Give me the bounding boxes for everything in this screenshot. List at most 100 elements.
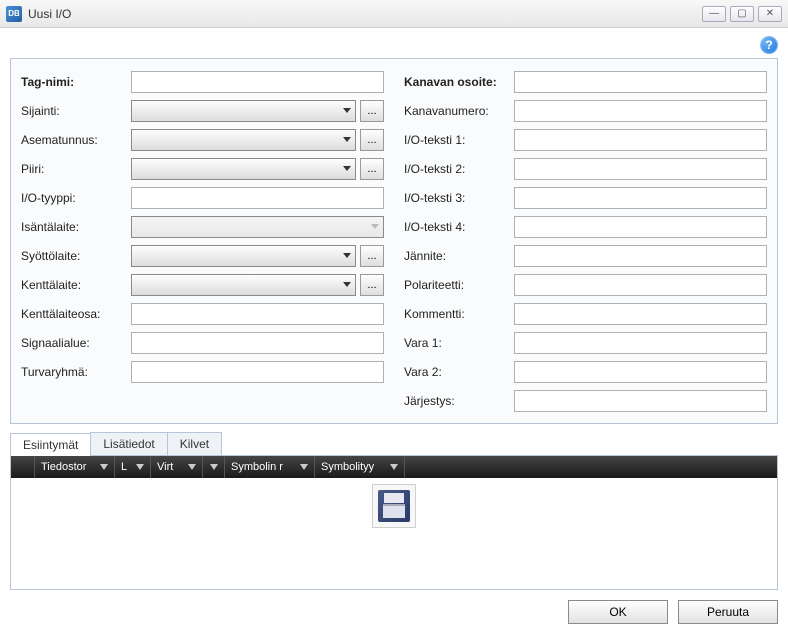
- grid-rowselector-header[interactable]: [11, 456, 35, 478]
- filter-icon: [100, 464, 108, 470]
- tab-lisatiedot[interactable]: Lisätiedot: [90, 432, 167, 455]
- col-empty[interactable]: [203, 456, 225, 478]
- input-kenttalaiteosa[interactable]: [131, 303, 384, 325]
- col-virt[interactable]: Virt: [151, 456, 203, 478]
- ok-button[interactable]: OK: [568, 600, 668, 624]
- filter-icon: [390, 464, 398, 470]
- input-vara1[interactable]: [514, 332, 767, 354]
- grid-body: [11, 478, 777, 589]
- row-kanavan-osoite: Kanavan osoite:: [404, 67, 767, 96]
- col-virt-label: Virt: [157, 461, 173, 473]
- filter-icon: [188, 464, 196, 470]
- chevron-down-icon: [343, 166, 351, 171]
- combo-piiri[interactable]: [131, 158, 356, 180]
- content-area: ? Tag-nimi: Sijainti: ... Asematunnus: [0, 28, 788, 634]
- row-iotyyppi: I/O-tyyppi:: [21, 183, 384, 212]
- label-kenttalaite: Kenttälaite:: [21, 278, 131, 292]
- input-kommentti[interactable]: [514, 303, 767, 325]
- col-symbolityy[interactable]: Symbolityy: [315, 456, 405, 478]
- tabs: Esiintymät Lisätiedot Kilvet: [10, 432, 778, 455]
- input-polariteetti[interactable]: [514, 274, 767, 296]
- label-tag: Tag-nimi:: [21, 75, 131, 89]
- browse-syottolaite-button[interactable]: ...: [360, 245, 384, 267]
- dialog-buttons: OK Peruuta: [10, 600, 778, 624]
- input-ioteksti4[interactable]: [514, 216, 767, 238]
- label-asematunnus: Asematunnus:: [21, 133, 131, 147]
- maximize-button[interactable]: ▢: [730, 6, 754, 22]
- combo-kenttalaite[interactable]: [131, 274, 356, 296]
- label-isantalaite: Isäntälaite:: [21, 220, 131, 234]
- row-signaalialue: Signaalialue:: [21, 328, 384, 357]
- chevron-down-icon: [343, 282, 351, 287]
- col-tiedostor[interactable]: Tiedostor: [35, 456, 115, 478]
- app-icon: DB: [6, 6, 22, 22]
- input-tag[interactable]: [131, 71, 384, 93]
- label-kommentti: Kommentti:: [404, 307, 514, 321]
- browse-piiri-button[interactable]: ...: [360, 158, 384, 180]
- input-kanavanumero[interactable]: [514, 100, 767, 122]
- col-symbolin-r[interactable]: Symbolin r: [225, 456, 315, 478]
- input-ioteksti2[interactable]: [514, 158, 767, 180]
- tab-content: Tiedostor L Virt Symbolin r Symbolityy: [10, 455, 778, 590]
- col-symbolin-r-label: Symbolin r: [231, 461, 283, 473]
- row-vara2: Vara 2:: [404, 357, 767, 386]
- row-tag: Tag-nimi:: [21, 67, 384, 96]
- label-jannite: Jännite:: [404, 249, 514, 263]
- input-ioteksti1[interactable]: [514, 129, 767, 151]
- row-isantalaite: Isäntälaite:: [21, 212, 384, 241]
- input-jannite[interactable]: [514, 245, 767, 267]
- label-sijainti: Sijainti:: [21, 104, 131, 118]
- label-ioteksti2: I/O-teksti 2:: [404, 162, 514, 176]
- chevron-down-icon: [371, 224, 379, 229]
- filter-icon: [210, 464, 218, 470]
- row-sijainti: Sijainti: ...: [21, 96, 384, 125]
- filter-icon: [300, 464, 308, 470]
- tab-kilvet[interactable]: Kilvet: [167, 432, 222, 455]
- tab-esiintymat[interactable]: Esiintymät: [10, 433, 91, 456]
- combo-isantalaite: [131, 216, 384, 238]
- grid-header: Tiedostor L Virt Symbolin r Symbolityy: [11, 456, 777, 478]
- input-signaalialue[interactable]: [131, 332, 384, 354]
- input-iotyyppi[interactable]: [131, 187, 384, 209]
- titlebar: DB Uusi I/O — ▢ ✕: [0, 0, 788, 28]
- combo-asematunnus[interactable]: [131, 129, 356, 151]
- row-kanavanumero: Kanavanumero:: [404, 96, 767, 125]
- row-ioteksti4: I/O-teksti 4:: [404, 212, 767, 241]
- label-iotyyppi: I/O-tyyppi:: [21, 191, 131, 205]
- label-piiri: Piiri:: [21, 162, 131, 176]
- label-kanavan-osoite: Kanavan osoite:: [404, 75, 514, 89]
- minimize-button[interactable]: —: [702, 6, 726, 22]
- form-grid: Tag-nimi: Sijainti: ... Asematunnus: ...: [21, 67, 767, 415]
- col-tiedostor-label: Tiedostor: [41, 461, 86, 473]
- row-kommentti: Kommentti:: [404, 299, 767, 328]
- save-placeholder[interactable]: [372, 484, 416, 528]
- input-vara2[interactable]: [514, 361, 767, 383]
- row-jannite: Jännite:: [404, 241, 767, 270]
- combo-syottolaite[interactable]: [131, 245, 356, 267]
- browse-asematunnus-button[interactable]: ...: [360, 129, 384, 151]
- row-kenttalaite: Kenttälaite: ...: [21, 270, 384, 299]
- input-kanavan-osoite[interactable]: [514, 71, 767, 93]
- col-symbolityy-label: Symbolityy: [321, 461, 374, 473]
- help-icon[interactable]: ?: [760, 36, 778, 54]
- help-row: ?: [10, 36, 778, 58]
- label-vara1: Vara 1:: [404, 336, 514, 350]
- col-l-label: L: [121, 461, 127, 473]
- browse-sijainti-button[interactable]: ...: [360, 100, 384, 122]
- label-polariteetti: Polariteetti:: [404, 278, 514, 292]
- window-buttons: — ▢ ✕: [702, 6, 782, 22]
- label-signaalialue: Signaalialue:: [21, 336, 131, 350]
- input-ioteksti3[interactable]: [514, 187, 767, 209]
- cancel-button[interactable]: Peruuta: [678, 600, 778, 624]
- combo-sijainti[interactable]: [131, 100, 356, 122]
- row-piiri: Piiri: ...: [21, 154, 384, 183]
- input-turvaryhma[interactable]: [131, 361, 384, 383]
- row-polariteetti: Polariteetti:: [404, 270, 767, 299]
- form-left-column: Tag-nimi: Sijainti: ... Asematunnus: ...: [21, 67, 384, 415]
- col-l[interactable]: L: [115, 456, 151, 478]
- close-button[interactable]: ✕: [758, 6, 782, 22]
- form-right-column: Kanavan osoite: Kanavanumero: I/O-teksti…: [404, 67, 767, 415]
- row-ioteksti2: I/O-teksti 2:: [404, 154, 767, 183]
- browse-kenttalaite-button[interactable]: ...: [360, 274, 384, 296]
- input-jarjestys[interactable]: [514, 390, 767, 412]
